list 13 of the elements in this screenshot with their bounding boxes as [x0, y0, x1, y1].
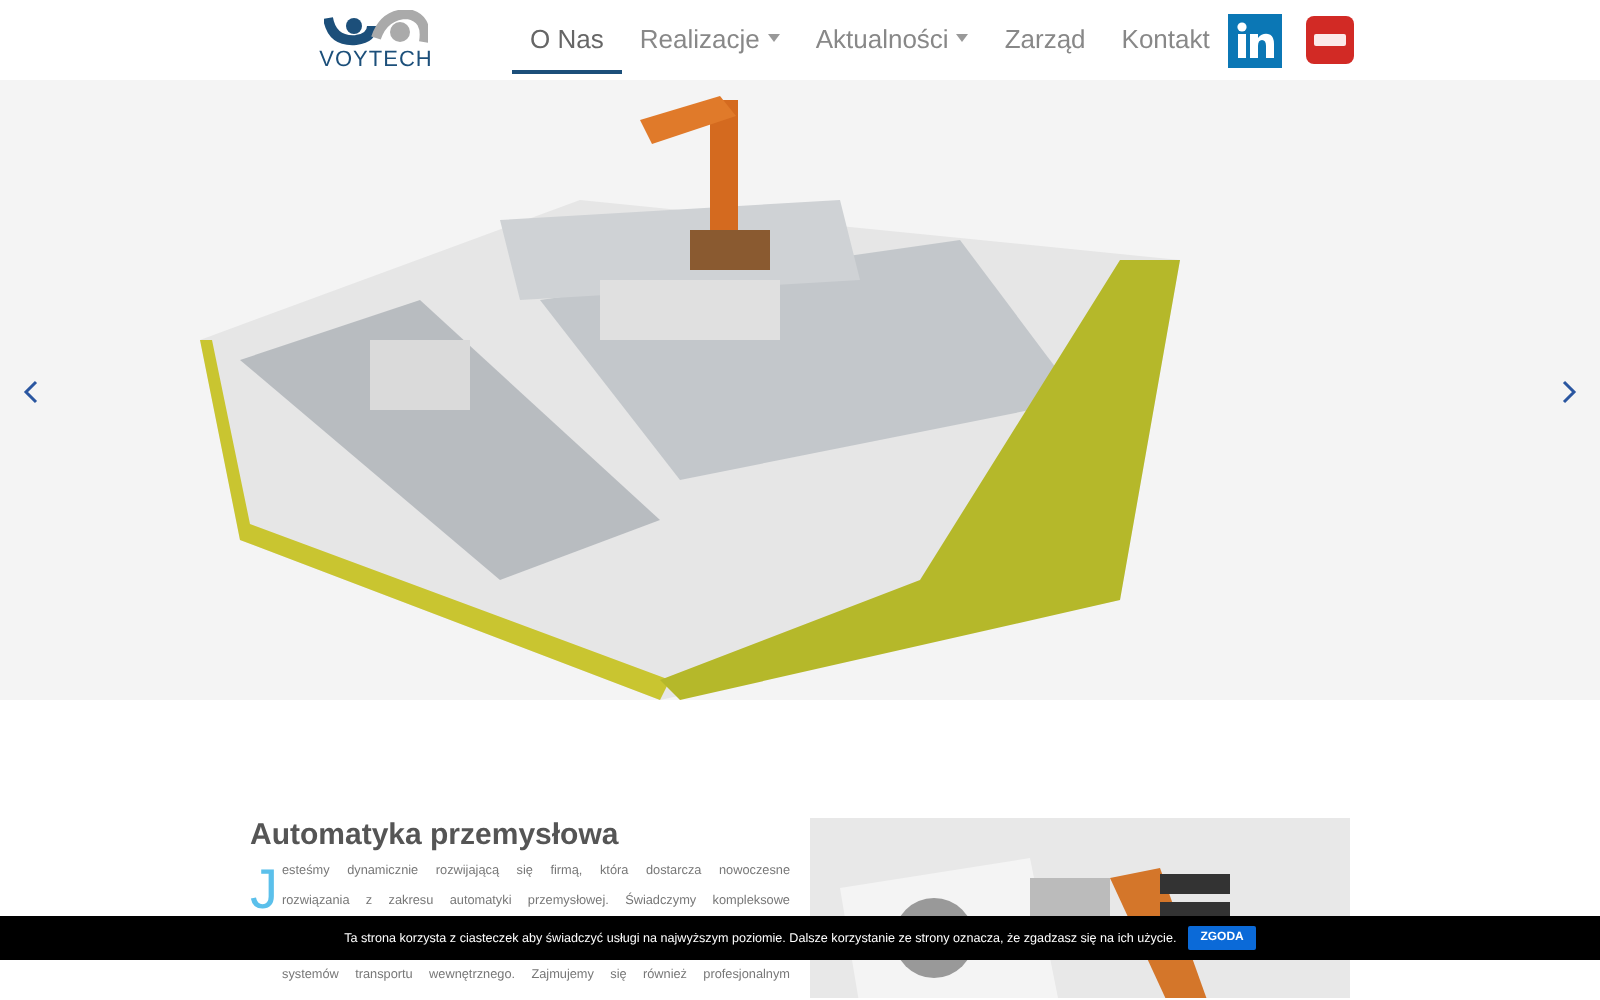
caret-icon [767, 34, 780, 42]
caret-icon [956, 34, 969, 42]
nav-link[interactable]: Aktualności [797, 7, 987, 73]
drop-cap: J [250, 862, 274, 924]
nav-link[interactable]: Kontakt [1103, 7, 1228, 73]
nav-link[interactable]: Zarząd [986, 7, 1104, 73]
nav-link[interactable]: O Nas [512, 7, 622, 73]
nav-link[interactable]: Realizacje [621, 7, 798, 73]
logo-icon [324, 9, 428, 49]
linkedin-icon[interactable] [1227, 13, 1282, 67]
section-title: Automatyka przemysłowa [250, 818, 621, 852]
youtube-icon[interactable] [1305, 16, 1354, 64]
logo-text: VOYTECH [319, 49, 433, 71]
